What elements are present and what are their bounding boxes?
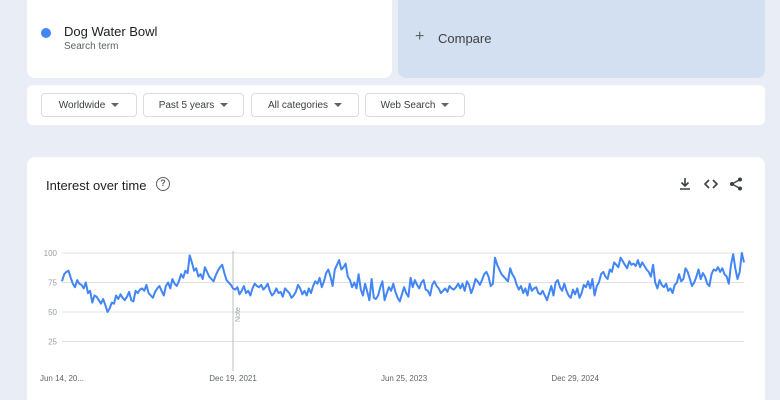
note-label[interactable]: Note: [235, 307, 242, 322]
filter-region-label: Worldwide: [58, 99, 106, 111]
plus-icon: +: [415, 28, 425, 45]
interest-over-time-card: Interest over time ? 25 50 75 100 Jun 14, 2…: [27, 157, 765, 400]
chevron-down-icon: [441, 103, 450, 107]
x-tick-label: Jun 25, 2023: [381, 374, 428, 383]
x-tick-label: Dec 29, 2024: [551, 374, 599, 383]
chevron-down-icon: [111, 103, 120, 107]
compare-button[interactable]: + Compare: [398, 0, 765, 78]
series-color-dot: [41, 28, 51, 38]
search-term-subtitle: Search term: [64, 41, 119, 52]
search-term-card[interactable]: Dog Water Bowl Search term: [27, 0, 392, 78]
filter-bar: Worldwide Past 5 years All categories We…: [27, 85, 765, 125]
y-tick-label: 25: [48, 338, 57, 347]
compare-label: Compare: [438, 31, 492, 46]
filter-category-label: All categories: [267, 99, 329, 111]
filter-time-range[interactable]: Past 5 years: [143, 93, 244, 117]
chevron-down-icon: [334, 103, 343, 107]
chevron-down-icon: [220, 103, 229, 107]
y-tick-label: 75: [48, 279, 57, 288]
y-tick-label: 50: [48, 308, 57, 317]
x-tick-label: Dec 19, 2021: [209, 374, 257, 383]
y-tick-label: 100: [44, 249, 58, 258]
search-term-name[interactable]: Dog Water Bowl: [64, 24, 157, 39]
line-chart: 25 50 75 100 Jun 14, 20... Dec 19, 2021 Jun 2…: [40, 249, 745, 383]
filter-search-type-label: Web Search: [380, 99, 436, 111]
filter-category[interactable]: All categories: [251, 93, 359, 117]
filter-search-type[interactable]: Web Search: [365, 93, 465, 117]
x-tick-label: Jun 14, 20...: [40, 374, 84, 383]
filter-time-range-label: Past 5 years: [158, 99, 215, 111]
filter-region[interactable]: Worldwide: [41, 93, 137, 117]
